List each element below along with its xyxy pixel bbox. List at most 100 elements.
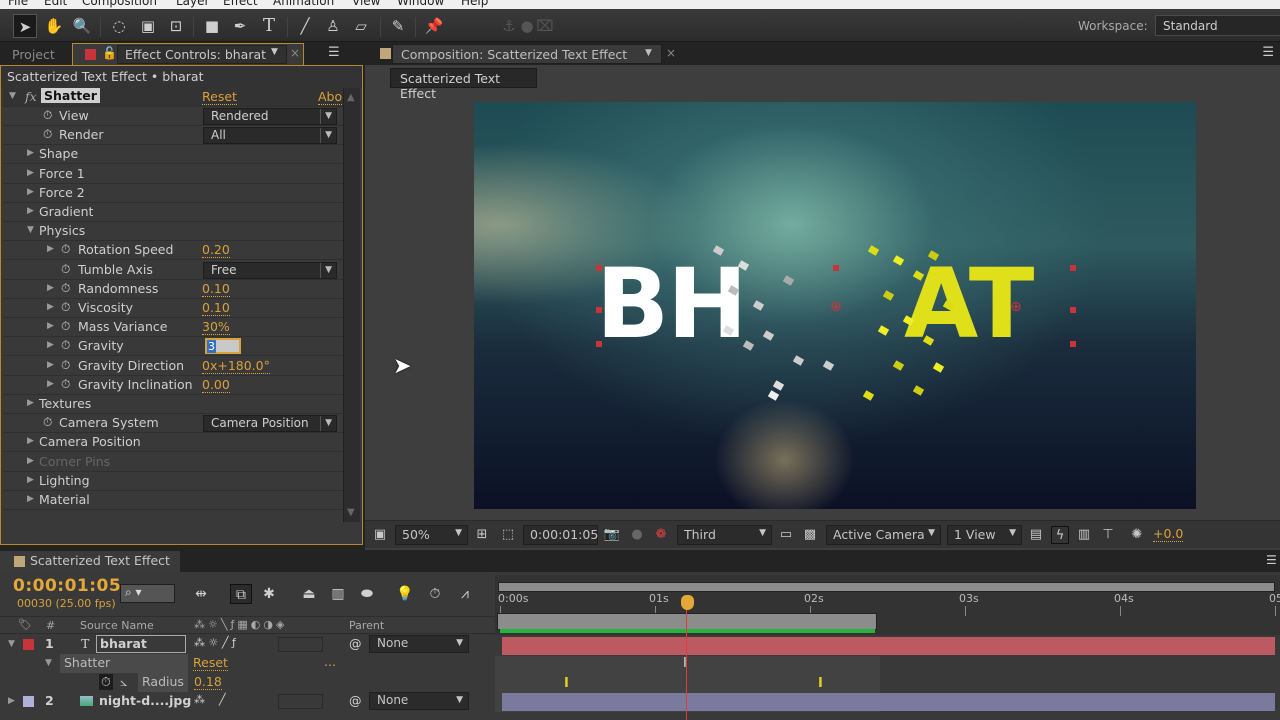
tab-timeline[interactable]: Scatterized Text Effect ×	[0, 551, 180, 583]
fx-icon[interactable]: fx	[25, 89, 37, 104]
hand-tool-icon[interactable]: ✋	[42, 14, 66, 38]
column-number[interactable]: #	[46, 619, 55, 632]
snapshot-camera-icon[interactable]: 📷	[603, 526, 621, 544]
layer-handle[interactable]	[596, 341, 602, 347]
layer-switch-boxes[interactable]	[278, 637, 323, 652]
layer-duration-bar[interactable]	[502, 637, 1275, 655]
property-subrow[interactable]: ⏱ ⦣ Radius 0.18	[0, 673, 495, 692]
brush-tool-icon[interactable]: ╱	[293, 14, 317, 38]
menu-help[interactable]: Help	[461, 0, 488, 8]
effect-property-row[interactable]: ▶ Force 1	[3, 165, 343, 184]
zoom-tool-icon[interactable]: 🔍	[70, 14, 94, 38]
effect-property-row[interactable]: ⏱ View Rendered ▼	[3, 107, 343, 126]
layer-switches[interactable]: ⁂ ☼ ╱ ƒ	[194, 636, 236, 649]
effect-property-row[interactable]: ▶ Material	[3, 491, 343, 510]
comp-mini-flowchart-icon[interactable]: ⇹	[190, 584, 212, 604]
expand-triangle-icon[interactable]: ▶	[27, 398, 34, 408]
property-value[interactable]: 0.00	[202, 377, 230, 393]
rotation-tool-icon[interactable]: ◌	[107, 14, 131, 38]
stopwatch-icon[interactable]: ⏱	[61, 319, 70, 334]
scroll-down-icon[interactable]: ▼	[347, 507, 355, 518]
stopwatch-icon[interactable]: ⏱	[61, 338, 70, 353]
effect-subrow[interactable]: ▼ Shatter Reset ...	[0, 654, 495, 673]
collapse-triangle-icon[interactable]: ▼	[9, 91, 16, 101]
roto-brush-tool-icon[interactable]: ✎	[386, 14, 410, 38]
stopwatch-icon[interactable]: ⏱	[43, 108, 52, 123]
layer-switches[interactable]: ⁂ ╱	[194, 693, 226, 706]
time-navigator[interactable]	[498, 582, 1275, 592]
pickwhip-icon[interactable]: @	[349, 636, 362, 651]
expand-triangle-icon[interactable]: ▶	[27, 206, 34, 216]
property-dropdown[interactable]: Free ▼	[203, 261, 337, 279]
effect-reset-link[interactable]: Reset	[202, 89, 237, 105]
effect-property-row[interactable]: ▶ ⏱ Gravity Inclination 0.00	[3, 376, 343, 395]
tab-composition[interactable]: Composition: Scatterized Text Effect ▼	[392, 44, 662, 64]
timeline-icon[interactable]: ▥	[1075, 526, 1093, 544]
brainstorm-icon[interactable]: 💡	[394, 584, 416, 604]
draft-3d-icon[interactable]: ✱	[258, 584, 280, 604]
stopwatch-icon[interactable]: ⏱	[61, 262, 70, 277]
layer-name-field[interactable]: bharat	[96, 635, 186, 653]
panel-menu-icon[interactable]: ☰	[328, 45, 340, 60]
title-action-safe-icon[interactable]: ⊞	[473, 526, 491, 544]
menu-file[interactable]: File	[8, 0, 28, 8]
layer-handle[interactable]	[596, 307, 602, 313]
expand-triangle-icon[interactable]: ▶	[27, 475, 34, 485]
menu-window[interactable]: Window	[397, 0, 444, 8]
fast-previews-icon[interactable]: ϟ	[1051, 526, 1069, 544]
property-value[interactable]: 0.20	[202, 242, 230, 259]
exposure-icon[interactable]: ✺	[1128, 526, 1146, 544]
layer-label-color[interactable]	[23, 696, 34, 707]
anchor-point-icon[interactable]: ⊕	[830, 299, 842, 315]
stopwatch-icon[interactable]: ⏱	[61, 300, 70, 315]
collapse-triangle-icon[interactable]: ▼	[45, 658, 52, 668]
stopwatch-icon[interactable]: ⏱	[43, 127, 52, 142]
pan-behind-tool-icon[interactable]: ⊡	[164, 14, 188, 38]
resolution-select[interactable]: Third ▼	[677, 525, 772, 545]
layer-duration-bar[interactable]	[502, 693, 1275, 711]
timeline-current-time[interactable]: 0:00:01:05	[13, 576, 121, 596]
layer-name[interactable]: night-d....jpg	[99, 693, 191, 708]
layer-handle[interactable]	[833, 265, 839, 271]
clone-stamp-tool-icon[interactable]: ♙	[321, 14, 345, 38]
stopwatch-icon[interactable]: ⏱	[61, 377, 70, 392]
tab-project[interactable]: Project	[6, 45, 61, 65]
region-of-interest-icon[interactable]: ▭	[777, 526, 795, 544]
stopwatch-icon[interactable]: ⏱	[61, 358, 70, 373]
magnification-select[interactable]: 50% ▼	[395, 525, 468, 545]
effect-property-row[interactable]: ▶ Force 2	[3, 184, 343, 203]
tab-effect-controls[interactable]: 🔓 Effect Controls: bharat ▼ ×	[72, 43, 304, 65]
stopwatch-icon[interactable]: ⏱	[61, 242, 70, 257]
layer-row[interactable]: ▶ 2 night-d....jpg ⁂ ╱ @ None ▼	[0, 692, 495, 711]
camera-tool-icon[interactable]: ▣	[136, 14, 160, 38]
stopwatch-icon[interactable]: ⏱	[43, 415, 52, 430]
column-source-name[interactable]: Source Name	[80, 619, 154, 632]
expand-triangle-icon[interactable]: ▶	[47, 244, 54, 254]
effect-controls-scrollbar[interactable]: ▲ ▼	[343, 88, 360, 522]
graph-icon[interactable]: ⦣	[120, 674, 127, 690]
auto-keyframe-icon[interactable]: ⏱	[424, 584, 446, 604]
keyframe-icon[interactable]: I	[564, 676, 569, 691]
rectangle-tool-icon[interactable]: ■	[200, 14, 224, 38]
live-update-icon[interactable]: ⧉	[230, 584, 252, 604]
stopwatch-icon[interactable]: ⏱	[99, 674, 113, 690]
channel-rgb-icon[interactable]: ❁	[652, 526, 670, 544]
layer-handle[interactable]	[596, 265, 602, 271]
property-dropdown[interactable]: All ▼	[203, 127, 337, 145]
type-tool-icon[interactable]: T	[257, 14, 281, 38]
property-dropdown[interactable]: Rendered ▼	[203, 108, 337, 125]
anchor-point-icon[interactable]: ⊕	[1010, 299, 1022, 315]
motion-blur-icon[interactable]: ⬬	[356, 584, 378, 604]
effect-property-row[interactable]: ▶ Corner Pins	[3, 453, 343, 472]
effect-property-row[interactable]: ⏱ Tumble Axis Free ▼	[3, 261, 343, 280]
expand-triangle-icon[interactable]: ▶	[27, 456, 34, 466]
expand-triangle-icon[interactable]: ▶	[47, 321, 54, 331]
parent-select[interactable]: None ▼	[369, 635, 469, 653]
stopwatch-icon[interactable]: ⏱	[61, 281, 70, 296]
effect-property-row[interactable]: ⏱ Camera System Camera Position ▼	[3, 414, 343, 434]
expand-triangle-icon[interactable]: ▶	[8, 696, 15, 706]
expand-triangle-icon[interactable]: ▼	[8, 639, 15, 649]
effect-property-row[interactable]: ▶ Shape	[3, 145, 343, 165]
expand-triangle-icon[interactable]: ▶	[47, 283, 54, 293]
eraser-tool-icon[interactable]: ▱	[349, 14, 373, 38]
